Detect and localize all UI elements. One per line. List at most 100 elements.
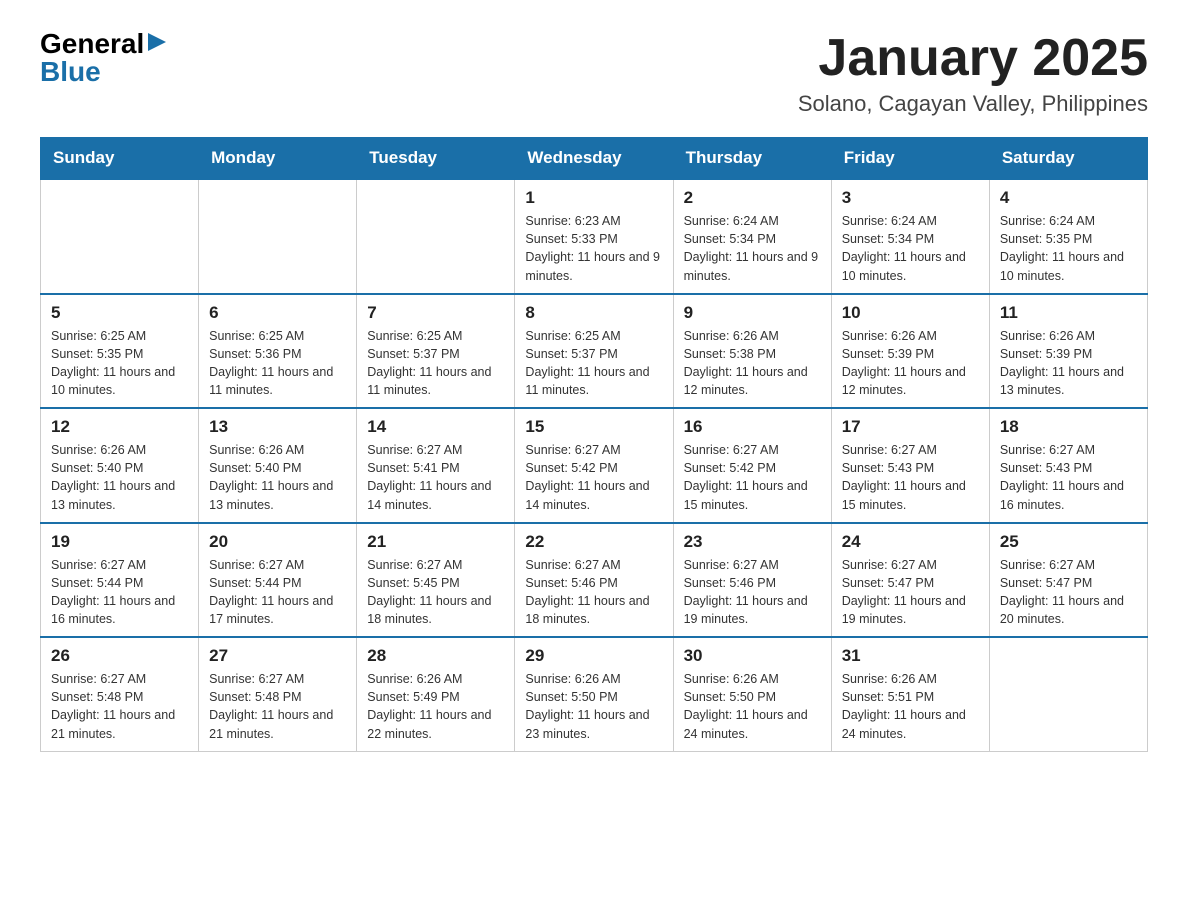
- day-info: Sunrise: 6:27 AMSunset: 5:48 PMDaylight:…: [51, 670, 188, 743]
- day-number: 30: [684, 646, 821, 666]
- calendar-cell: 24Sunrise: 6:27 AMSunset: 5:47 PMDayligh…: [831, 523, 989, 638]
- day-info: Sunrise: 6:27 AMSunset: 5:43 PMDaylight:…: [1000, 441, 1137, 514]
- calendar-cell: [989, 637, 1147, 751]
- day-info: Sunrise: 6:25 AMSunset: 5:35 PMDaylight:…: [51, 327, 188, 400]
- calendar-table: SundayMondayTuesdayWednesdayThursdayFrid…: [40, 137, 1148, 752]
- day-number: 11: [1000, 303, 1137, 323]
- calendar-cell: 7 Sunrise: 6:25 AMSunset: 5:37 PMDaylight…: [357, 294, 515, 409]
- location-title: Solano, Cagayan Valley, Philippines: [798, 91, 1148, 117]
- calendar-cell: 17 Sunrise: 6:27 AMSunset: 5:43 PMDayligh…: [831, 408, 989, 523]
- calendar-cell: 18 Sunrise: 6:27 AMSunset: 5:43 PMDayligh…: [989, 408, 1147, 523]
- weekday-header-saturday: Saturday: [989, 138, 1147, 180]
- day-info: Sunrise: 6:27 AMSunset: 5:44 PMDaylight:…: [51, 556, 188, 629]
- day-info: Sunrise: 6:25 AMSunset: 5:37 PMDaylight:…: [367, 327, 504, 400]
- weekday-header-tuesday: Tuesday: [357, 138, 515, 180]
- day-info: Sunrise: 6:25 AMSunset: 5:36 PMDaylight:…: [209, 327, 346, 400]
- calendar-cell: 11 Sunrise: 6:26 AMSunset: 5:39 PMDayligh…: [989, 294, 1147, 409]
- calendar-cell: 23 Sunrise: 6:27 AMSunset: 5:46 PMDayligh…: [673, 523, 831, 638]
- calendar-cell: 28 Sunrise: 6:26 AMSunset: 5:49 PMDayligh…: [357, 637, 515, 751]
- calendar-cell: 26 Sunrise: 6:27 AMSunset: 5:48 PMDayligh…: [41, 637, 199, 751]
- day-number: 3: [842, 188, 979, 208]
- day-number: 29: [525, 646, 662, 666]
- day-info: Sunrise: 6:27 AMSunset: 5:45 PMDaylight:…: [367, 556, 504, 629]
- day-number: 22: [525, 532, 662, 552]
- day-info: Sunrise: 6:26 AMSunset: 5:40 PMDaylight:…: [51, 441, 188, 514]
- logo: General Blue: [40, 30, 168, 86]
- day-info: Sunrise: 6:26 AMSunset: 5:50 PMDaylight:…: [684, 670, 821, 743]
- calendar-cell: 4 Sunrise: 6:24 AMSunset: 5:35 PMDaylight…: [989, 179, 1147, 294]
- calendar-cell: 30 Sunrise: 6:26 AMSunset: 5:50 PMDayligh…: [673, 637, 831, 751]
- day-info: Sunrise: 6:27 AMSunset: 5:43 PMDaylight:…: [842, 441, 979, 514]
- calendar-cell: 9 Sunrise: 6:26 AMSunset: 5:38 PMDaylight…: [673, 294, 831, 409]
- calendar-cell: 8Sunrise: 6:25 AMSunset: 5:37 PMDaylight…: [515, 294, 673, 409]
- day-info: Sunrise: 6:27 AMSunset: 5:46 PMDaylight:…: [684, 556, 821, 629]
- day-number: 18: [1000, 417, 1137, 437]
- month-title: January 2025: [798, 30, 1148, 87]
- day-number: 27: [209, 646, 346, 666]
- day-info: Sunrise: 6:26 AMSunset: 5:39 PMDaylight:…: [1000, 327, 1137, 400]
- calendar-cell: 27 Sunrise: 6:27 AMSunset: 5:48 PMDayligh…: [199, 637, 357, 751]
- calendar-cell: 1Sunrise: 6:23 AMSunset: 5:33 PMDaylight…: [515, 179, 673, 294]
- day-info: Sunrise: 6:24 AMSunset: 5:34 PMDaylight:…: [684, 212, 821, 285]
- day-number: 13: [209, 417, 346, 437]
- calendar-cell: [357, 179, 515, 294]
- day-info: Sunrise: 6:27 AMSunset: 5:42 PMDaylight:…: [525, 441, 662, 514]
- week-row-3: 12Sunrise: 6:26 AMSunset: 5:40 PMDayligh…: [41, 408, 1148, 523]
- day-number: 15: [525, 417, 662, 437]
- weekday-header-row: SundayMondayTuesdayWednesdayThursdayFrid…: [41, 138, 1148, 180]
- day-number: 28: [367, 646, 504, 666]
- day-number: 5: [51, 303, 188, 323]
- logo-arrow-icon: [146, 31, 168, 53]
- day-number: 7: [367, 303, 504, 323]
- calendar-cell: 10Sunrise: 6:26 AMSunset: 5:39 PMDayligh…: [831, 294, 989, 409]
- logo-general-text: General: [40, 30, 144, 58]
- calendar-cell: 6Sunrise: 6:25 AMSunset: 5:36 PMDaylight…: [199, 294, 357, 409]
- title-block: January 2025 Solano, Cagayan Valley, Phi…: [798, 30, 1148, 117]
- calendar-cell: 3 Sunrise: 6:24 AMSunset: 5:34 PMDaylight…: [831, 179, 989, 294]
- page-header: General Blue January 2025 Solano, Cagaya…: [40, 30, 1148, 117]
- day-number: 4: [1000, 188, 1137, 208]
- week-row-2: 5 Sunrise: 6:25 AMSunset: 5:35 PMDaylight…: [41, 294, 1148, 409]
- calendar-cell: 21 Sunrise: 6:27 AMSunset: 5:45 PMDayligh…: [357, 523, 515, 638]
- day-number: 10: [842, 303, 979, 323]
- day-number: 23: [684, 532, 821, 552]
- day-number: 14: [367, 417, 504, 437]
- day-number: 1: [525, 188, 662, 208]
- calendar-cell: 2 Sunrise: 6:24 AMSunset: 5:34 PMDaylight…: [673, 179, 831, 294]
- day-number: 16: [684, 417, 821, 437]
- calendar-cell: 13Sunrise: 6:26 AMSunset: 5:40 PMDayligh…: [199, 408, 357, 523]
- day-info: Sunrise: 6:26 AMSunset: 5:50 PMDaylight:…: [525, 670, 662, 743]
- calendar-cell: 20 Sunrise: 6:27 AMSunset: 5:44 PMDayligh…: [199, 523, 357, 638]
- weekday-header-wednesday: Wednesday: [515, 138, 673, 180]
- day-info: Sunrise: 6:27 AMSunset: 5:47 PMDaylight:…: [1000, 556, 1137, 629]
- calendar-cell: 29 Sunrise: 6:26 AMSunset: 5:50 PMDayligh…: [515, 637, 673, 751]
- calendar-cell: 14Sunrise: 6:27 AMSunset: 5:41 PMDayligh…: [357, 408, 515, 523]
- day-number: 31: [842, 646, 979, 666]
- day-info: Sunrise: 6:27 AMSunset: 5:42 PMDaylight:…: [684, 441, 821, 514]
- calendar-cell: 22 Sunrise: 6:27 AMSunset: 5:46 PMDayligh…: [515, 523, 673, 638]
- day-info: Sunrise: 6:24 AMSunset: 5:34 PMDaylight:…: [842, 212, 979, 285]
- day-info: Sunrise: 6:26 AMSunset: 5:38 PMDaylight:…: [684, 327, 821, 400]
- day-info: Sunrise: 6:26 AMSunset: 5:49 PMDaylight:…: [367, 670, 504, 743]
- calendar-cell: 16 Sunrise: 6:27 AMSunset: 5:42 PMDayligh…: [673, 408, 831, 523]
- calendar-cell: 31 Sunrise: 6:26 AMSunset: 5:51 PMDayligh…: [831, 637, 989, 751]
- day-info: Sunrise: 6:25 AMSunset: 5:37 PMDaylight:…: [525, 327, 662, 400]
- day-number: 17: [842, 417, 979, 437]
- day-number: 19: [51, 532, 188, 552]
- calendar-cell: 19 Sunrise: 6:27 AMSunset: 5:44 PMDayligh…: [41, 523, 199, 638]
- day-info: Sunrise: 6:27 AMSunset: 5:48 PMDaylight:…: [209, 670, 346, 743]
- day-info: Sunrise: 6:26 AMSunset: 5:51 PMDaylight:…: [842, 670, 979, 743]
- day-number: 2: [684, 188, 821, 208]
- day-info: Sunrise: 6:27 AMSunset: 5:44 PMDaylight:…: [209, 556, 346, 629]
- weekday-header-monday: Monday: [199, 138, 357, 180]
- day-number: 20: [209, 532, 346, 552]
- weekday-header-sunday: Sunday: [41, 138, 199, 180]
- week-row-5: 26 Sunrise: 6:27 AMSunset: 5:48 PMDayligh…: [41, 637, 1148, 751]
- day-info: Sunrise: 6:27 AMSunset: 5:46 PMDaylight:…: [525, 556, 662, 629]
- day-number: 26: [51, 646, 188, 666]
- day-number: 21: [367, 532, 504, 552]
- day-number: 9: [684, 303, 821, 323]
- calendar-cell: 12Sunrise: 6:26 AMSunset: 5:40 PMDayligh…: [41, 408, 199, 523]
- day-number: 25: [1000, 532, 1137, 552]
- day-info: Sunrise: 6:24 AMSunset: 5:35 PMDaylight:…: [1000, 212, 1137, 285]
